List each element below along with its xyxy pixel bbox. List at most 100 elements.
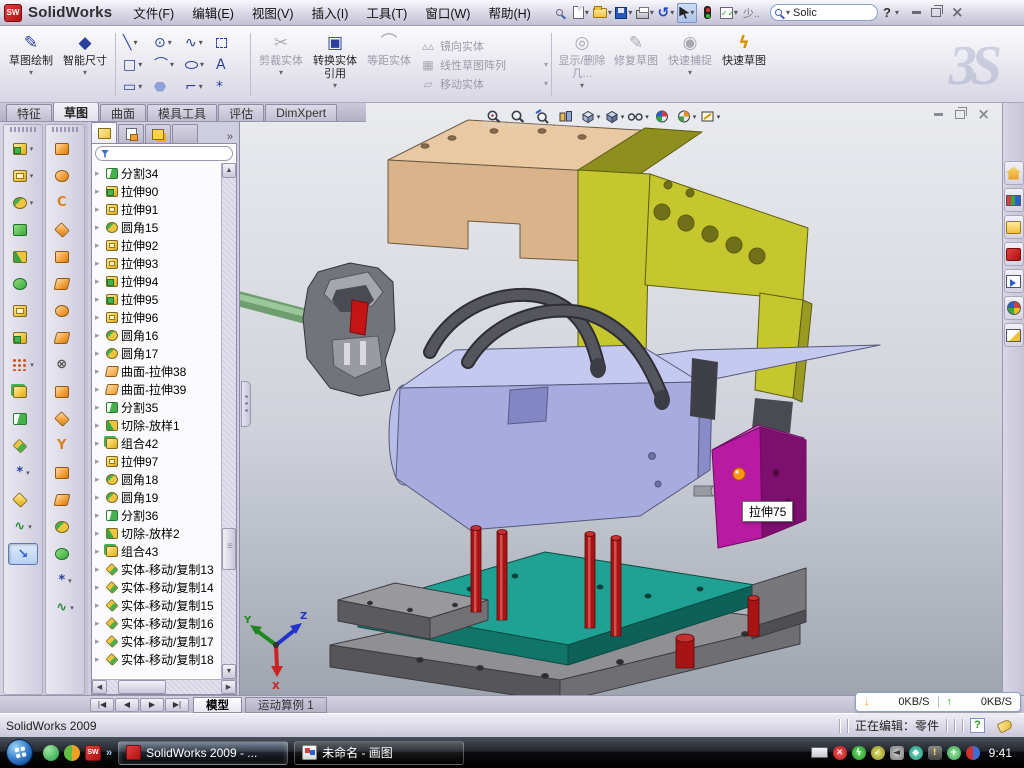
swept-surface[interactable]: C ▾: [46, 189, 84, 216]
smart-dimension[interactable]: ◆ 智能尺寸 ▾: [58, 29, 112, 100]
linear-sketch-pattern[interactable]: ▦ 线性草图阵列 ▾: [420, 57, 548, 73]
view-settings-button[interactable]: ▾: [699, 106, 721, 127]
section-view-button[interactable]: [555, 106, 577, 127]
tree-item[interactable]: ▸ 切除-放样2: [92, 524, 221, 542]
tree-vertical-scrollbar[interactable]: ▲ ▼: [221, 163, 236, 679]
scroll-right-icon[interactable]: ▶: [221, 680, 236, 694]
volume-icon[interactable]: ◄: [890, 746, 904, 760]
view-orientation-button[interactable]: ▾: [579, 106, 601, 127]
appearances-button[interactable]: [1004, 296, 1024, 320]
new-document-button[interactable]: ▾: [571, 3, 591, 23]
rapid-sketch[interactable]: ϟ 快速草图 ▾: [717, 29, 771, 100]
scroll-prev[interactable]: ◀: [115, 698, 139, 712]
expand-arrow-icon[interactable]: ▸: [95, 600, 103, 611]
tree-horizontal-scrollbar[interactable]: ◀ ▶: [92, 679, 236, 694]
tree-item[interactable]: ▸ 拉伸94: [92, 272, 221, 290]
repair-sketch[interactable]: ✎ 修复草图 ▾: [609, 29, 663, 100]
display-style-button[interactable]: ▾: [603, 106, 625, 127]
close-button[interactable]: ×: [951, 6, 964, 19]
undo-button[interactable]: ↺▾: [656, 3, 676, 23]
expand-arrow-icon[interactable]: ▸: [95, 564, 103, 575]
tree-item[interactable]: ▸ 实体-移动/复制16: [92, 614, 221, 632]
untrim-surface[interactable]: Y ▾: [46, 432, 84, 459]
expand-arrow-icon[interactable]: ▸: [95, 438, 103, 449]
solidworks-resources-button[interactable]: [1004, 161, 1024, 185]
tree-item[interactable]: ▸ 拉伸93: [92, 254, 221, 272]
expand-arrow-icon[interactable]: ▸: [95, 402, 103, 413]
part-magenta-insert[interactable]: [712, 425, 806, 548]
search-box[interactable]: ▾ Solic: [770, 4, 878, 21]
tree-item[interactable]: ▸ 切除-放样1: [92, 416, 221, 434]
offset-surface[interactable]: ▾: [46, 324, 84, 351]
extend-surface[interactable]: ▾: [46, 459, 84, 486]
tree-item[interactable]: ▸ 曲面-拉伸39: [92, 380, 221, 398]
tree-item[interactable]: ▸ 实体-移动/复制14: [92, 578, 221, 596]
toolbar-drag-handle[interactable]: [52, 127, 78, 132]
rebuild-button[interactable]: [698, 3, 718, 23]
panel-splitter-handle[interactable]: ◂◂◂: [241, 381, 251, 427]
expand-arrow-icon[interactable]: ▸: [95, 420, 103, 431]
tree-item[interactable]: ▸ 实体-移动/复制18: [92, 650, 221, 668]
hide-show-items-button[interactable]: ▾: [627, 106, 649, 127]
scroll-down-icon[interactable]: ▼: [222, 664, 236, 679]
trim-entities[interactable]: ✂ 剪裁实体 ▾: [254, 29, 308, 100]
ellipse[interactable]: ▾: [183, 54, 214, 76]
ime-icon[interactable]: ◆: [909, 746, 923, 760]
quick-snaps[interactable]: ◉ 快速捕捉 ▾: [663, 29, 717, 100]
fillet[interactable]: ▾: [4, 189, 42, 216]
health-icon[interactable]: +: [947, 746, 961, 760]
propertymanager-tab[interactable]: [118, 124, 144, 143]
start-button[interactable]: [6, 739, 33, 766]
sketch[interactable]: ✎ 草图绘制 ▾: [4, 29, 58, 100]
combine[interactable]: ▾: [4, 378, 42, 405]
select-box[interactable]: ▾: [214, 32, 245, 54]
expand-arrow-icon[interactable]: ▸: [95, 546, 103, 557]
doc-minimize-button[interactable]: [934, 113, 943, 116]
graphics-viewport[interactable]: Y Z X 拉伸75: [240, 103, 1002, 695]
model-tab[interactable]: 模型: [193, 697, 242, 713]
input-method-keyboard-icon[interactable]: [811, 747, 828, 758]
restore-button[interactable]: [931, 8, 941, 17]
reference-point[interactable]: * ▾: [4, 459, 42, 486]
taskbar-window-button[interactable]: SolidWorks 2009 - ...: [118, 741, 288, 765]
scrollbar-thumb[interactable]: [118, 680, 166, 694]
surface-fillet[interactable]: ▾: [46, 513, 84, 540]
previous-view-button[interactable]: [531, 106, 553, 127]
menu-item[interactable]: 窗口(W): [416, 0, 479, 25]
expand-arrow-icon[interactable]: ▸: [95, 654, 103, 665]
taskbar-clock[interactable]: 9:41: [989, 746, 1012, 760]
tree-item[interactable]: ▸ 拉伸95: [92, 290, 221, 308]
arc[interactable]: ⌒ ▾: [152, 54, 183, 76]
expand-arrow-icon[interactable]: ▸: [95, 384, 103, 395]
tree-item[interactable]: ▸ 拉伸90: [92, 182, 221, 200]
extrude-boss[interactable]: ▾: [4, 135, 42, 162]
menu-item[interactable]: 编辑(E): [183, 0, 243, 25]
command-tab[interactable]: 特征: [6, 104, 52, 121]
command-tab[interactable]: DimXpert: [265, 104, 337, 121]
spline-tool[interactable]: ∿ ▾: [46, 594, 84, 621]
tree-item[interactable]: ▸ 拉伸97: [92, 452, 221, 470]
expand-arrow-icon[interactable]: ▸: [95, 240, 103, 251]
tree-item[interactable]: ▸ 分割36: [92, 506, 221, 524]
tree-item[interactable]: ▸ 曲面-拉伸38: [92, 362, 221, 380]
custom-properties-button[interactable]: [1004, 323, 1024, 347]
extruded-surface[interactable]: ▾: [46, 135, 84, 162]
command-tab[interactable]: 模具工具: [147, 104, 217, 121]
offset-entities[interactable]: ⌒ 等距实体 ▾: [362, 29, 416, 100]
menu-item[interactable]: 视图(V): [243, 0, 303, 25]
expand-arrow-icon[interactable]: ▸: [95, 330, 103, 341]
quick-tips-button[interactable]: ?: [970, 718, 985, 733]
menu-item[interactable]: 文件(F): [124, 0, 183, 25]
expand-arrow-icon[interactable]: ▸: [95, 186, 103, 197]
shell[interactable]: ▾: [4, 297, 42, 324]
design-library-button[interactable]: [1004, 188, 1024, 212]
tree-item[interactable]: ▸ 圆角18: [92, 470, 221, 488]
expand-arrow-icon[interactable]: ▸: [95, 348, 103, 359]
part-clamp-cylinder[interactable]: [240, 263, 395, 396]
edit-appearance-button[interactable]: [651, 106, 673, 127]
boundary-surface[interactable]: ▾: [46, 243, 84, 270]
expand-arrow-icon[interactable]: ▸: [95, 456, 103, 467]
scroll-left-icon[interactable]: ◀: [92, 680, 107, 694]
taskbar-window-button[interactable]: 未命名 - 画图: [294, 741, 464, 765]
rectangle[interactable]: □ ▾: [121, 54, 152, 76]
